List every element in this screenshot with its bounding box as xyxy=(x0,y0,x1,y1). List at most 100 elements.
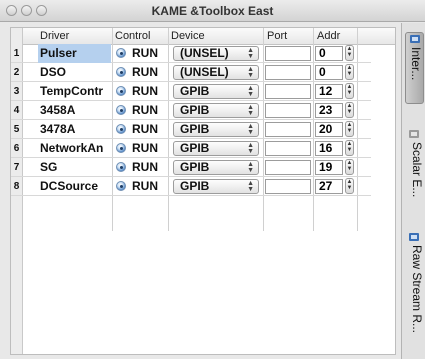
driver-cell[interactable]: NetworkAn xyxy=(38,139,111,158)
table-row[interactable]: 8 DCSource RUN GPIB ▲ ▼ 27 ▲ ▼ xyxy=(11,177,371,196)
select-arrows-icon: ▲ ▼ xyxy=(247,161,254,174)
addr-field[interactable]: 12 xyxy=(315,84,343,99)
port-field[interactable] xyxy=(265,179,311,194)
select-arrows-icon: ▲ ▼ xyxy=(247,85,254,98)
window-title: KAME &Toolbox East xyxy=(151,4,274,18)
port-field[interactable] xyxy=(265,84,311,99)
driver-cell[interactable]: DCSource xyxy=(38,177,111,196)
run-radio-icon[interactable] xyxy=(116,67,126,77)
device-select[interactable]: GPIB ▲ ▼ xyxy=(173,141,259,156)
tab-interfaces[interactable]: Inter... xyxy=(405,32,424,104)
scalar-icon xyxy=(409,130,419,138)
device-value: (UNSEL) xyxy=(180,65,229,79)
driver-cell[interactable]: SG xyxy=(38,158,111,177)
driver-cell[interactable]: 3458A xyxy=(38,101,111,120)
header-driver[interactable]: Driver xyxy=(40,28,69,44)
run-radio-icon[interactable] xyxy=(116,124,126,134)
table-row[interactable]: 5 3478A RUN GPIB ▲ ▼ 20 ▲ ▼ xyxy=(11,120,371,139)
header-port[interactable]: Port xyxy=(267,28,287,44)
device-select[interactable]: GPIB ▲ ▼ xyxy=(173,122,259,137)
run-radio-icon[interactable] xyxy=(116,181,126,191)
device-value: GPIB xyxy=(180,179,210,193)
device-value: (UNSEL) xyxy=(180,46,229,60)
control-run-label[interactable]: RUN xyxy=(132,158,158,177)
header-addr[interactable]: Addr xyxy=(317,28,340,44)
control-run-label[interactable]: RUN xyxy=(132,139,158,158)
header-control[interactable]: Control xyxy=(115,28,150,44)
raw-stream-icon xyxy=(409,233,419,241)
driver-cell[interactable]: 3478A xyxy=(38,120,111,139)
port-field[interactable] xyxy=(265,122,311,137)
addr-field[interactable]: 0 xyxy=(315,46,343,61)
run-radio-icon[interactable] xyxy=(116,105,126,115)
run-radio-icon[interactable] xyxy=(116,86,126,96)
control-run-label[interactable]: RUN xyxy=(132,101,158,120)
addr-field[interactable]: 16 xyxy=(315,141,343,156)
addr-stepper[interactable]: ▲ ▼ xyxy=(345,140,354,156)
table-row[interactable]: 4 3458A RUN GPIB ▲ ▼ 23 ▲ ▼ xyxy=(11,101,371,120)
addr-stepper[interactable]: ▲ ▼ xyxy=(345,178,354,194)
driver-table: Driver Control Device Port Addr 1 Pulser R… xyxy=(10,27,396,355)
addr-field[interactable]: 20 xyxy=(315,122,343,137)
row-number: 7 xyxy=(13,162,20,173)
driver-cell[interactable]: Pulser xyxy=(38,44,111,63)
driver-cell[interactable]: DSO xyxy=(38,63,111,82)
tab-label: Inter... xyxy=(409,47,423,81)
row-number: 4 xyxy=(13,105,20,116)
row-number: 5 xyxy=(13,124,20,135)
run-radio-icon[interactable] xyxy=(116,162,126,172)
row-number: 8 xyxy=(13,181,20,192)
addr-stepper[interactable]: ▲ ▼ xyxy=(345,45,354,61)
control-run-label[interactable]: RUN xyxy=(132,177,158,196)
side-tab-bar: Inter... Scalar E... Raw Stream R... xyxy=(401,23,425,359)
driver-cell[interactable]: TempContr xyxy=(38,82,111,101)
table-row[interactable]: 6 NetworkAn RUN GPIB ▲ ▼ 16 ▲ ▼ xyxy=(11,139,371,158)
addr-field[interactable]: 23 xyxy=(315,103,343,118)
header-device[interactable]: Device xyxy=(171,28,205,44)
interface-icon xyxy=(410,35,420,43)
tab-raw-stream[interactable]: Raw Stream R... xyxy=(405,231,424,359)
control-run-label[interactable]: RUN xyxy=(132,82,158,101)
table-row[interactable]: 3 TempContr RUN GPIB ▲ ▼ 12 ▲ ▼ xyxy=(11,82,371,101)
select-arrows-icon: ▲ ▼ xyxy=(247,142,254,155)
control-run-label[interactable]: RUN xyxy=(132,120,158,139)
device-select[interactable]: GPIB ▲ ▼ xyxy=(173,160,259,175)
addr-field[interactable]: 27 xyxy=(315,179,343,194)
device-select[interactable]: GPIB ▲ ▼ xyxy=(173,179,259,194)
run-radio-icon[interactable] xyxy=(116,48,126,58)
addr-field[interactable]: 19 xyxy=(315,160,343,175)
addr-stepper[interactable]: ▲ ▼ xyxy=(345,102,354,118)
port-field[interactable] xyxy=(265,103,311,118)
tab-scalar-entries[interactable]: Scalar E... xyxy=(405,128,424,208)
port-field[interactable] xyxy=(265,141,311,156)
device-value: GPIB xyxy=(180,122,210,136)
tab-label: Scalar E... xyxy=(410,142,424,198)
title-bar[interactable]: KAME &Toolbox East xyxy=(0,0,425,22)
device-select[interactable]: (UNSEL) ▲ ▼ xyxy=(173,46,259,61)
table-row[interactable]: 2 DSO RUN (UNSEL) ▲ ▼ 0 ▲ ▼ xyxy=(11,63,371,82)
control-run-label[interactable]: RUN xyxy=(132,44,158,63)
select-arrows-icon: ▲ ▼ xyxy=(247,66,254,79)
device-value: GPIB xyxy=(180,84,210,98)
addr-stepper[interactable]: ▲ ▼ xyxy=(345,64,354,80)
addr-stepper[interactable]: ▲ ▼ xyxy=(345,83,354,99)
addr-stepper[interactable]: ▲ ▼ xyxy=(345,121,354,137)
control-run-label[interactable]: RUN xyxy=(132,63,158,82)
run-radio-icon[interactable] xyxy=(116,143,126,153)
device-value: GPIB xyxy=(180,160,210,174)
device-select[interactable]: GPIB ▲ ▼ xyxy=(173,84,259,99)
table-row[interactable]: 1 Pulser RUN (UNSEL) ▲ ▼ 0 ▲ ▼ xyxy=(11,44,371,63)
port-field[interactable] xyxy=(265,46,311,61)
select-arrows-icon: ▲ ▼ xyxy=(247,104,254,117)
addr-stepper[interactable]: ▲ ▼ xyxy=(345,159,354,175)
addr-field[interactable]: 0 xyxy=(315,65,343,80)
select-arrows-icon: ▲ ▼ xyxy=(247,47,254,60)
device-value: GPIB xyxy=(180,103,210,117)
port-field[interactable] xyxy=(265,160,311,175)
select-arrows-icon: ▲ ▼ xyxy=(247,123,254,136)
app-window: KAME &Toolbox East Driver Control Device… xyxy=(0,0,425,359)
device-select[interactable]: (UNSEL) ▲ ▼ xyxy=(173,65,259,80)
port-field[interactable] xyxy=(265,65,311,80)
table-row[interactable]: 7 SG RUN GPIB ▲ ▼ 19 ▲ ▼ xyxy=(11,158,371,177)
device-select[interactable]: GPIB ▲ ▼ xyxy=(173,103,259,118)
